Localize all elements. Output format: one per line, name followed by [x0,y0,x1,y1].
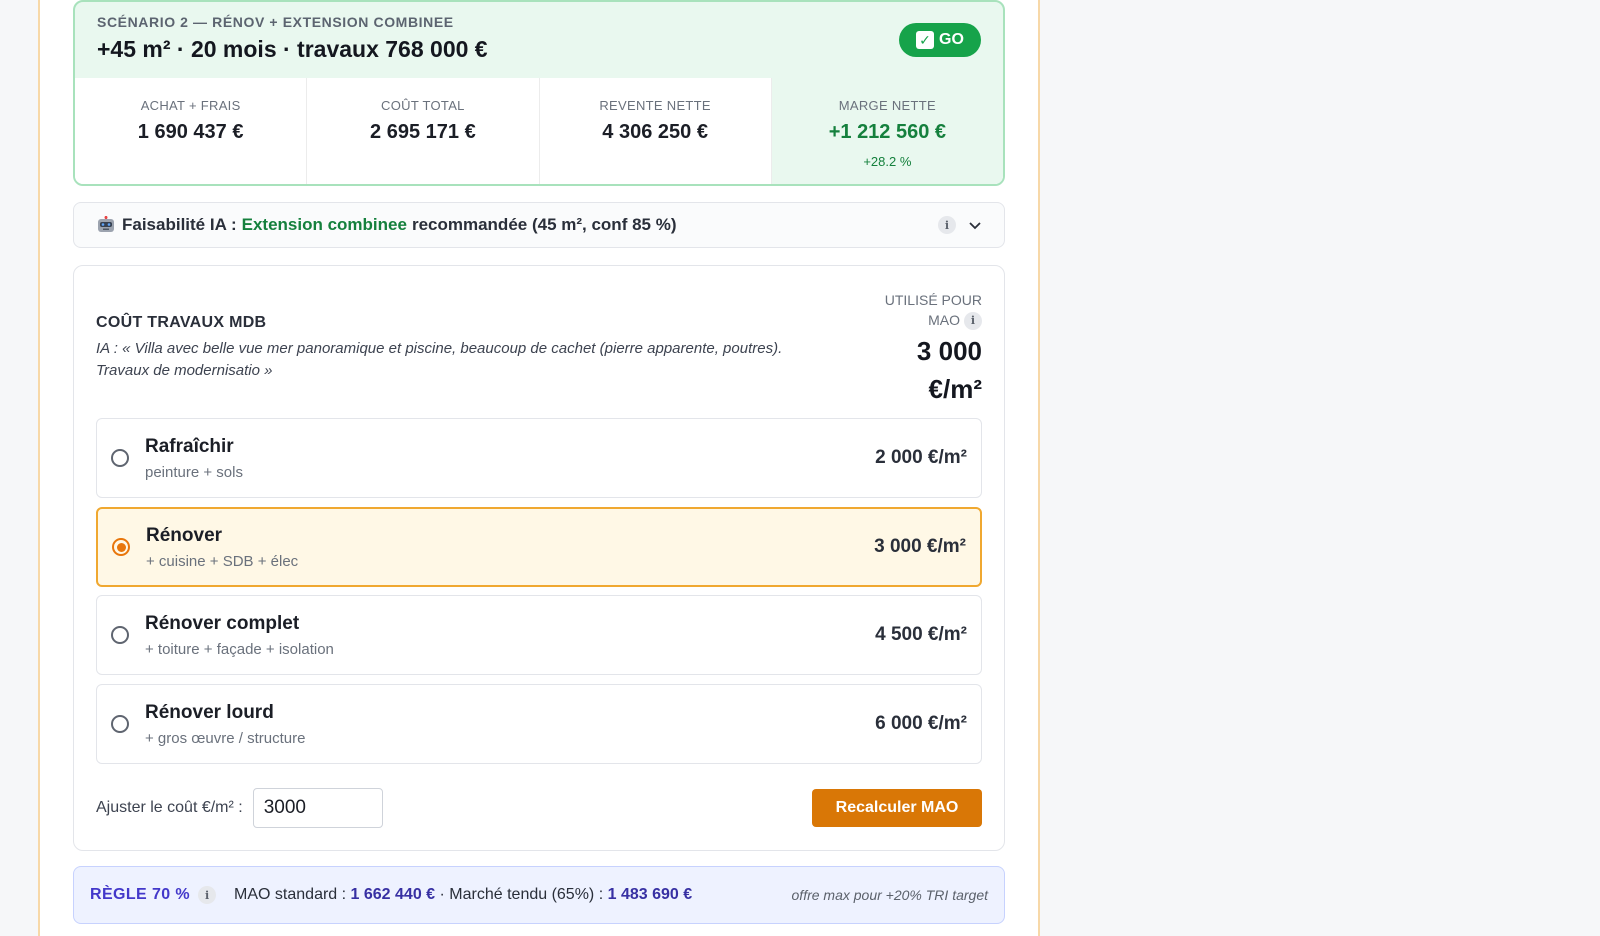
scenario-card: SCÉNARIO 2 — RÉNOV + EXTENSION COMBINEE … [73,0,1005,186]
stat-value: 1 690 437 € [137,121,244,143]
info-icon[interactable]: i [964,312,982,331]
radio-button-selected[interactable] [112,538,130,556]
option-renover[interactable]: Rénover + cuisine + SDB + élec 3 000 €/m… [96,507,982,587]
option-price: 4 500 €/m² [875,624,967,645]
stat-value: +1 212 560 € [828,121,947,143]
option-price: 3 000 €/m² [874,536,966,557]
stat-label: MARGE NETTE [838,98,936,113]
marche-tendu-value: 1 483 690 € [607,886,693,903]
option-price: 2 000 €/m² [875,447,967,468]
scenario-title: +45 m² · 20 mois · travaux 768 000 € [97,36,488,62]
info-icon[interactable]: i [198,886,217,904]
stat-achat: ACHAT + FRAIS 1 690 437 € [75,78,308,184]
option-name: Rafraîchir [145,435,234,457]
cost-travaux-card: COÛT TRAVAUX MDB IA : « Villa avec belle… [73,265,1005,851]
stat-value: 4 306 250 € [602,121,708,143]
adjust-row: Ajuster le coût €/m² : Recalculer MAO [96,788,982,828]
option-sub: peinture + sols [145,463,243,481]
cost-per-m2-input[interactable] [252,788,383,828]
go-badge-label: GO [939,31,964,48]
ia-highlight: Extension combinee [241,215,407,234]
used-for-value: 3 000 €/m² [916,336,982,405]
scenario-header: SCÉNARIO 2 — RÉNOV + EXTENSION COMBINEE … [75,2,1003,78]
option-renover-lourd[interactable]: Rénover lourd + gros œuvre / structure 6… [96,684,982,764]
mao-standard-label: MAO standard : [234,886,347,903]
adjust-label: Ajuster le coût €/m² : [96,799,243,816]
option-sub: + gros œuvre / structure [145,729,306,747]
stat-value: 2 695 171 € [370,121,476,143]
option-name: Rénover [146,524,223,546]
scenario-label: SCÉNARIO 2 — RÉNOV + EXTENSION COMBINEE [97,14,454,30]
stat-revente: REVENTE NETTE 4 306 250 € [540,78,772,184]
separator: · [439,886,445,903]
check-icon: ✓ [916,31,935,49]
radio-button[interactable] [111,715,129,733]
used-for-mao: UTILISÉ POUR MAO i 3 000 €/m² [872,290,982,408]
option-name: Rénover lourd [145,701,274,723]
option-sub: + cuisine + SDB + élec [146,552,299,570]
info-icon[interactable]: i [938,216,956,234]
option-rafraichir[interactable]: Rafraîchir peinture + sols 2 000 €/m² [96,418,982,498]
ia-feasibility-bar[interactable]: Faisabilité IA : Extension combinee reco… [73,202,1005,248]
stat-marge: MARGE NETTE +1 212 560 € +28.2 % [771,78,1003,184]
option-name: Rénover complet [145,612,300,634]
mao-standard-value: 1 662 440 € [350,886,436,903]
regle-70-bar: RÈGLE 70 % i MAO standard : 1 662 440 € … [73,866,1005,924]
cost-description: IA : « Villa avec belle vue mer panorami… [96,340,783,379]
go-badge: ✓ GO [899,23,981,57]
robot-icon [96,216,116,234]
ia-rest: recommandée (45 m², conf 85 %) [411,215,677,234]
marche-tendu-label: Marché tendu (65%) : [449,886,604,903]
rule-title: RÈGLE 70 % [90,886,191,903]
stat-label: ACHAT + FRAIS [140,98,241,113]
option-sub: + toiture + façade + isolation [145,640,334,658]
stat-label: COÛT TOTAL [381,98,465,113]
scenario-stats: ACHAT + FRAIS 1 690 437 € COÛT TOTAL 2 6… [75,78,1003,184]
radio-button[interactable] [111,449,129,467]
ia-label: Faisabilité IA : [122,215,237,234]
cost-title: COÛT TRAVAUX MDB [96,314,267,331]
radio-button[interactable] [111,626,129,644]
stat-sub: +28.2 % [863,154,912,169]
ia-controls: i [938,215,982,235]
rule-note: offre max pour +20% TRI target [791,887,988,903]
chevron-down-icon[interactable] [968,215,982,235]
stat-label: REVENTE NETTE [599,98,711,113]
recalculer-mao-button[interactable]: Recalculer MAO [812,789,982,827]
option-price: 6 000 €/m² [875,713,967,734]
stat-cout-total: COÛT TOTAL 2 695 171 € [307,78,540,184]
option-renover-complet[interactable]: Rénover complet + toiture + façade + iso… [96,595,982,675]
used-for-label: UTILISÉ POUR MAO i [872,290,982,331]
